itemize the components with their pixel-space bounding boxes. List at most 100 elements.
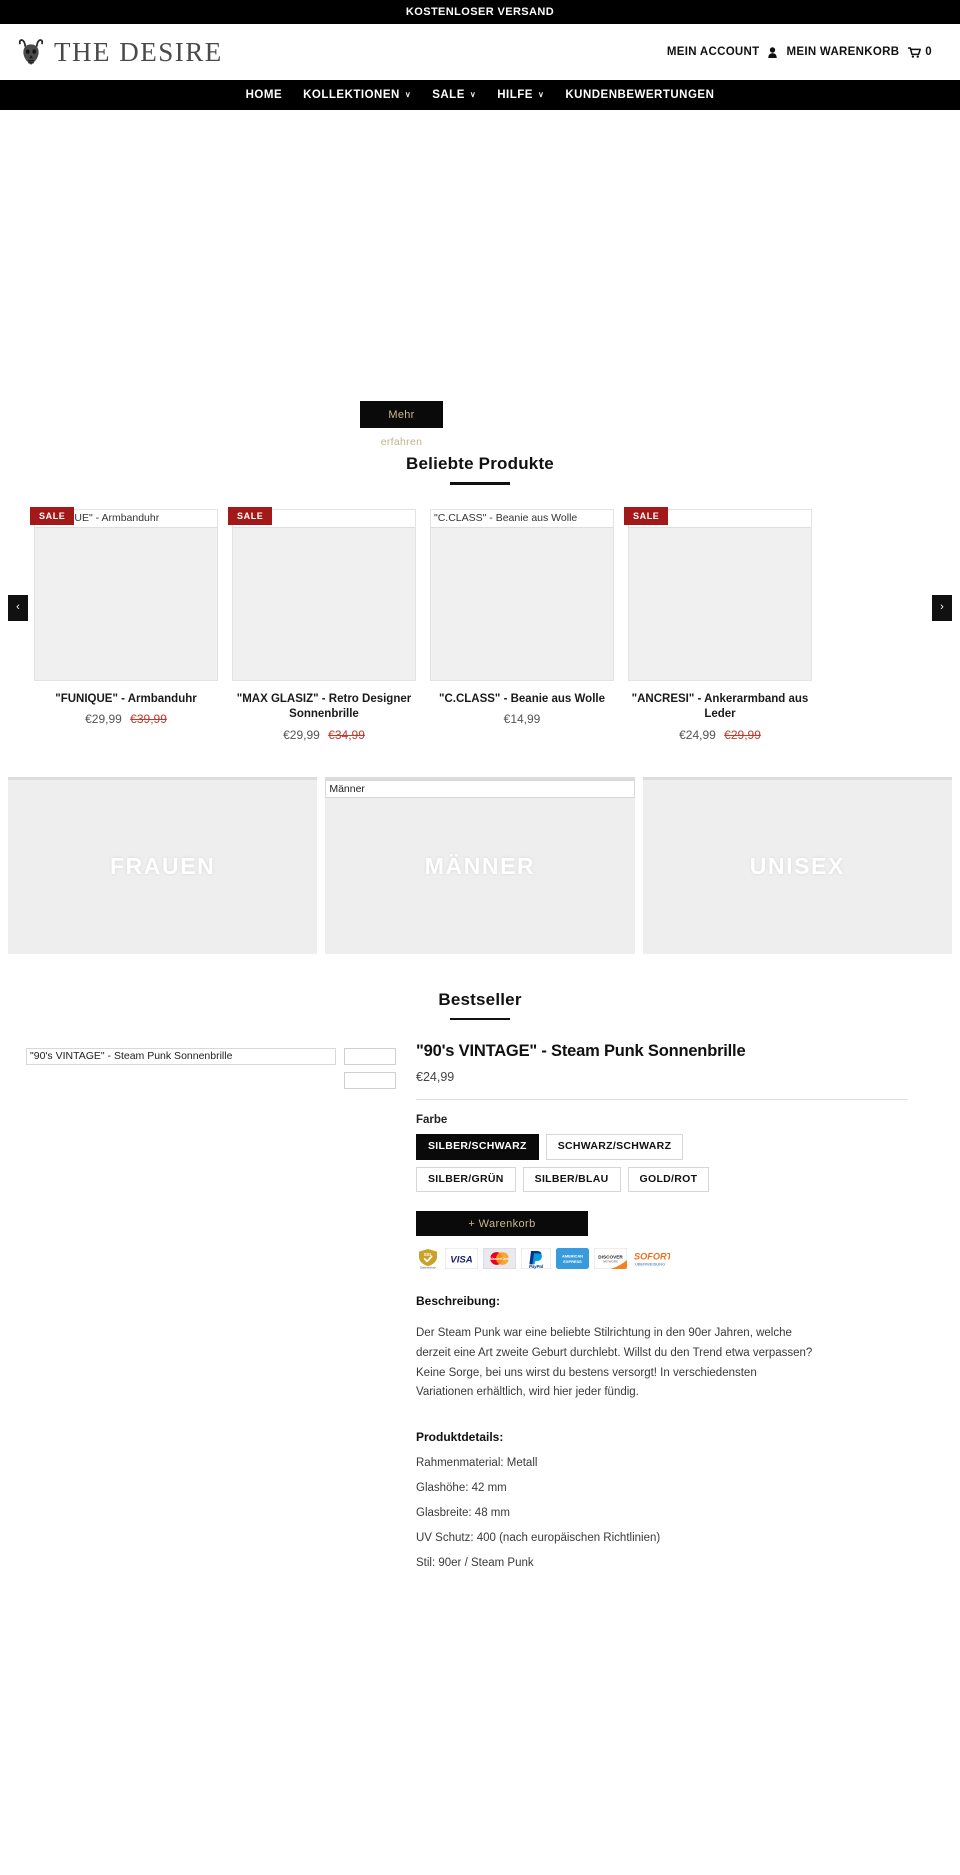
page-title: Beliebte Produkte bbox=[406, 454, 554, 473]
nav-item-kollektionen[interactable]: KOLLEKTIONEN ∨ bbox=[303, 89, 411, 101]
details-heading: Produktdetails: bbox=[416, 1430, 504, 1445]
description-body: Der Steam Punk war eine beliebte Stilric… bbox=[416, 1327, 813, 1399]
gallery-thumbnail[interactable] bbox=[344, 1048, 396, 1066]
announcement-bar: KOSTENLOSER VERSAND bbox=[0, 0, 960, 24]
status-badge: SALE bbox=[228, 506, 273, 525]
category-label: MÄNNER bbox=[424, 853, 536, 880]
product-card[interactable]: SALE "MAX GLASIZ" - Retro Designer Sonne… bbox=[228, 506, 416, 742]
logo[interactable]: THE DESIRE bbox=[14, 35, 223, 69]
svg-text:AMERICAN: AMERICAN bbox=[562, 1254, 583, 1259]
svg-text:NETWORK: NETWORK bbox=[603, 1260, 618, 1264]
image-alt-text: "C.CLASS" - Beanie aus Wolle bbox=[431, 509, 613, 528]
variant-option[interactable]: SILBER/GRÜN bbox=[416, 1166, 516, 1193]
hero-cta-sublabel[interactable]: erfahren bbox=[360, 436, 443, 448]
category-tile-frauen[interactable]: FRAUEN bbox=[8, 776, 318, 954]
cart-icon bbox=[908, 46, 922, 58]
current-price: €24,99 bbox=[679, 727, 716, 742]
product-name: "C.CLASS" - Beanie aus Wolle bbox=[439, 692, 605, 705]
product-title: "90's VINTAGE" - Steam Punk Sonnenbrille bbox=[416, 1042, 746, 1061]
main-navigation: HOME KOLLEKTIONEN ∨ SALE ∨ HILFE ∨ KUNDE… bbox=[0, 80, 960, 110]
product-price: €14,99 bbox=[430, 712, 614, 726]
category-label: FRAUEN bbox=[109, 853, 216, 880]
popular-products-section: Beliebte Produkte ‹ › "FUNIQUE" - Armban… bbox=[0, 440, 960, 742]
ssl-datenschutz-badge: SSL Datenschutz bbox=[419, 1249, 437, 1270]
carousel-next-button[interactable]: › bbox=[932, 594, 952, 621]
category-tile-unisex[interactable]: UNISEX bbox=[642, 776, 952, 954]
nav-item-hilfe[interactable]: HILFE ∨ bbox=[497, 89, 544, 101]
cart-indicator[interactable]: 0 bbox=[908, 46, 932, 58]
product-price: €24,99 bbox=[416, 1070, 455, 1085]
svg-text:MasterCard: MasterCard bbox=[490, 1257, 509, 1261]
site-header: THE DESIRE MEIN ACCOUNT MEIN WARENKORB 0 bbox=[0, 24, 960, 80]
title-underline bbox=[450, 482, 510, 485]
status-badge: SALE bbox=[624, 506, 669, 525]
description-heading: Beschreibung: bbox=[416, 1294, 501, 1309]
product-price: €29,99 €34,99 bbox=[232, 728, 416, 742]
variant-option[interactable]: SILBER/SCHWARZ bbox=[416, 1134, 539, 1160]
detail-item: Rahmenmaterial: Metall bbox=[416, 1457, 538, 1470]
account-link[interactable]: MEIN ACCOUNT bbox=[667, 46, 760, 58]
original-price: €39,99 bbox=[130, 712, 167, 727]
bestseller-heading: Bestseller bbox=[0, 954, 960, 1021]
category-tile-maenner[interactable]: Männer MÄNNER bbox=[325, 776, 635, 954]
variant-option[interactable]: GOLD/ROT bbox=[627, 1166, 710, 1193]
discover-badge: DISCOVER NETWORK bbox=[594, 1248, 627, 1270]
nav-item-home[interactable]: HOME bbox=[246, 89, 283, 101]
add-to-cart-button[interactable]: + Warenkorb bbox=[416, 1211, 588, 1237]
product-carousel: ‹ › "FUNIQUE" - Armbanduhr SALE "FUNIQUE… bbox=[0, 506, 960, 742]
detail-item: Glashöhe: 42 mm bbox=[416, 1482, 507, 1495]
nav-item-sale[interactable]: SALE ∨ bbox=[432, 89, 476, 101]
category-label: UNISEX bbox=[749, 853, 845, 880]
carousel-track: "FUNIQUE" - Armbanduhr SALE "FUNIQUE" - … bbox=[30, 506, 926, 742]
product-name: "ANCRESI" - Ankerarmband aus Leder bbox=[631, 692, 809, 721]
bestseller-layout: "90's VINTAGE" - Steam Punk Sonnenbrille… bbox=[0, 1020, 960, 1569]
variant-option[interactable]: SILBER/BLAU bbox=[522, 1166, 621, 1193]
product-image-placeholder: "C.CLASS" - Beanie aus Wolle bbox=[430, 508, 614, 681]
nav-label: KUNDENBEWERTUNGEN bbox=[565, 89, 715, 101]
current-price: €29,99 bbox=[283, 727, 320, 742]
variant-swatches: SILBER/SCHWARZ SCHWARZ/SCHWARZ SILBER/GR… bbox=[416, 1134, 746, 1193]
current-price: €29,99 bbox=[85, 712, 122, 727]
header-actions: MEIN ACCOUNT MEIN WARENKORB 0 bbox=[667, 46, 946, 58]
cart-link[interactable]: MEIN WARENKORB bbox=[786, 46, 899, 58]
svg-text:ÜBERWEISUNG: ÜBERWEISUNG bbox=[635, 1262, 665, 1267]
american-express-badge: AMERICAN EXPRESS bbox=[556, 1248, 589, 1270]
logo-text: THE DESIRE bbox=[54, 36, 223, 67]
category-tiles: FRAUEN Männer MÄNNER UNISEX bbox=[0, 776, 960, 954]
popular-heading: Beliebte Produkte bbox=[0, 440, 960, 485]
svg-text:PayPal: PayPal bbox=[529, 1264, 544, 1269]
nav-label: SALE bbox=[432, 89, 465, 101]
svg-text:Datenschutz: Datenschutz bbox=[420, 1266, 436, 1270]
announcement-text: KOSTENLOSER VERSAND bbox=[405, 6, 555, 18]
mastercard-badge: MasterCard bbox=[483, 1248, 516, 1270]
divider bbox=[416, 1099, 908, 1101]
image-alt-text: Männer bbox=[325, 779, 635, 798]
bestseller-section: Bestseller "90's VINTAGE" - Steam Punk S… bbox=[0, 954, 960, 1569]
detail-item: Stil: 90er / Steam Punk bbox=[416, 1557, 534, 1570]
section-title: Bestseller bbox=[438, 989, 522, 1009]
bull-skull-icon bbox=[18, 39, 44, 65]
detail-item: Glasbreite: 48 mm bbox=[416, 1507, 510, 1520]
nav-label: HILFE bbox=[497, 89, 533, 101]
product-info: "90's VINTAGE" - Steam Punk Sonnenbrille… bbox=[408, 1042, 908, 1569]
paypal-badge: PayPal bbox=[521, 1248, 551, 1270]
variant-option[interactable]: SCHWARZ/SCHWARZ bbox=[545, 1134, 684, 1160]
status-badge: SALE bbox=[30, 506, 75, 525]
nav-label: KOLLEKTIONEN bbox=[303, 89, 400, 101]
gallery-thumbnail[interactable] bbox=[344, 1072, 396, 1090]
hero-cta-button[interactable]: Mehr bbox=[360, 401, 443, 428]
product-image-placeholder bbox=[232, 508, 416, 681]
product-card[interactable]: "C.CLASS" - Beanie aus Wolle "C.CLASS" -… bbox=[430, 508, 614, 742]
product-gallery: "90's VINTAGE" - Steam Punk Sonnenbrille bbox=[8, 1042, 408, 1569]
svg-text:EXPRESS: EXPRESS bbox=[563, 1259, 582, 1264]
current-price: €14,99 bbox=[503, 712, 541, 727]
original-price: €34,99 bbox=[328, 727, 365, 742]
hero-banner: Mehr erfahren bbox=[0, 110, 960, 448]
carousel-prev-button[interactable]: ‹ bbox=[8, 594, 28, 621]
product-card[interactable]: SALE "ANCRESI" - Ankerarmband aus Leder … bbox=[624, 506, 812, 742]
product-price: €24,99 €29,99 bbox=[628, 728, 812, 742]
svg-text:VISA: VISA bbox=[450, 1255, 472, 1266]
product-card[interactable]: "FUNIQUE" - Armbanduhr SALE "FUNIQUE" - … bbox=[30, 506, 218, 742]
nav-item-kundenbewertungen[interactable]: KUNDENBEWERTUNGEN bbox=[565, 89, 714, 101]
original-price: €29,99 bbox=[724, 727, 761, 742]
